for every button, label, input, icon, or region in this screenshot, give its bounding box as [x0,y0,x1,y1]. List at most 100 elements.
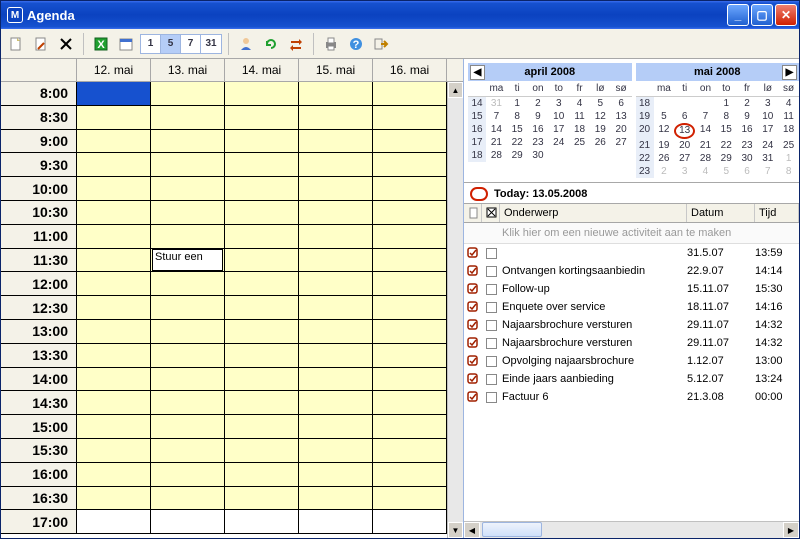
time-slot[interactable] [373,177,447,200]
task-row[interactable]: Follow-up15.11.0715:30 [464,280,799,298]
calendar-day[interactable]: 18 [569,123,590,136]
calendar-day[interactable]: 1 [716,97,737,110]
calendar-day[interactable]: 1 [507,97,528,110]
time-slot[interactable] [77,415,151,438]
task-row[interactable]: Najaarsbrochure versturen29.11.0714:32 [464,316,799,334]
calendar-day[interactable]: 20 [674,139,695,152]
calendar-day[interactable]: 22 [716,139,737,152]
calendar-day[interactable]: 6 [674,110,695,123]
calendar-day[interactable] [674,97,695,110]
help-icon[interactable]: ? [345,33,367,55]
time-slot[interactable] [151,368,225,391]
calendar-day[interactable]: 5 [716,165,737,178]
calendar-day[interactable]: 13 [611,110,632,123]
task-checkbox[interactable] [482,248,500,259]
time-slot[interactable] [373,463,447,486]
calendar-icon[interactable] [115,33,137,55]
calendar-day[interactable] [695,97,716,110]
time-slot[interactable] [151,439,225,462]
calendar-day[interactable]: 1 [778,152,799,165]
time-slot[interactable] [299,106,373,129]
time-slot[interactable] [299,391,373,414]
calendar-day[interactable]: 7 [486,110,507,123]
task-row[interactable]: Najaarsbrochure versturen29.11.0714:32 [464,334,799,352]
minimize-button[interactable]: _ [727,4,749,26]
time-slot[interactable] [151,130,225,153]
time-slot[interactable] [373,368,447,391]
calendar-day[interactable]: 26 [654,152,675,165]
refresh-icon[interactable] [260,33,282,55]
time-slot[interactable] [225,249,299,272]
task-row[interactable]: Einde jaars aanbieding5.12.0713:24 [464,370,799,388]
new-button[interactable] [5,33,27,55]
calendar-day[interactable]: 15 [507,123,528,136]
range-month[interactable]: 31 [201,35,221,53]
time-slot[interactable] [299,177,373,200]
calendar-day[interactable]: 23 [737,139,758,152]
task-checkbox[interactable] [482,320,500,331]
time-slot[interactable] [299,368,373,391]
task-row[interactable]: Opvolging najaarsbrochure1.12.0713:00 [464,352,799,370]
time-slot[interactable] [151,344,225,367]
time-slot[interactable] [225,272,299,295]
calendar-day[interactable]: 17 [548,123,569,136]
time-slot[interactable] [77,320,151,343]
col-date[interactable]: Datum [687,204,755,222]
time-slot[interactable] [151,177,225,200]
time-slot[interactable] [373,201,447,224]
calendar-day[interactable]: 11 [778,110,799,123]
task-checkbox[interactable] [482,356,500,367]
calendar-day[interactable]: 3 [674,165,695,178]
time-slot[interactable] [77,130,151,153]
time-slot[interactable] [77,153,151,176]
time-slot[interactable] [225,391,299,414]
calendar-day[interactable]: 30 [528,149,549,162]
time-slot[interactable] [77,510,151,533]
task-checkbox[interactable] [482,302,500,313]
time-slot[interactable] [77,82,151,105]
time-slot[interactable] [373,225,447,248]
range-5day[interactable]: 5 [161,35,181,53]
col-subject[interactable]: Onderwerp [500,204,687,222]
calendar-day[interactable]: 3 [757,97,778,110]
range-7day[interactable]: 7 [181,35,201,53]
time-slot[interactable] [77,106,151,129]
time-slot[interactable] [151,106,225,129]
calendar-day[interactable]: 16 [737,123,758,139]
time-slot[interactable] [151,201,225,224]
delete-button[interactable] [55,33,77,55]
time-slot[interactable] [299,153,373,176]
time-slot[interactable] [151,225,225,248]
time-slot[interactable] [299,201,373,224]
time-slot[interactable] [151,153,225,176]
time-slot[interactable] [77,201,151,224]
calendar-day[interactable] [548,149,569,162]
calendar-day[interactable]: 20 [611,123,632,136]
transfer-icon[interactable] [285,33,307,55]
time-slot[interactable] [77,439,151,462]
time-slot[interactable]: Stuur een [151,249,225,272]
time-slot[interactable] [225,106,299,129]
time-slot[interactable] [299,82,373,105]
time-slot[interactable] [225,510,299,533]
time-slot[interactable] [151,415,225,438]
calendar-day[interactable]: 16 [528,123,549,136]
calendar-day[interactable]: 29 [507,149,528,162]
col-time[interactable]: Tijd [755,204,799,222]
calendar-day[interactable]: 2 [654,165,675,178]
time-slot[interactable] [299,463,373,486]
time-slot[interactable] [299,249,373,272]
task-checkbox[interactable] [482,266,500,277]
calendar-day[interactable]: 3 [548,97,569,110]
time-slot[interactable] [77,177,151,200]
scroll-right[interactable]: ▶ [783,522,799,538]
time-slot[interactable] [299,320,373,343]
calendar-day[interactable] [569,149,590,162]
time-slot[interactable] [151,463,225,486]
time-slot[interactable] [151,82,225,105]
time-slot[interactable] [373,106,447,129]
user-icon[interactable] [235,33,257,55]
time-slot[interactable] [373,487,447,510]
scroll-down[interactable]: ▼ [448,522,463,538]
time-slot[interactable] [373,344,447,367]
